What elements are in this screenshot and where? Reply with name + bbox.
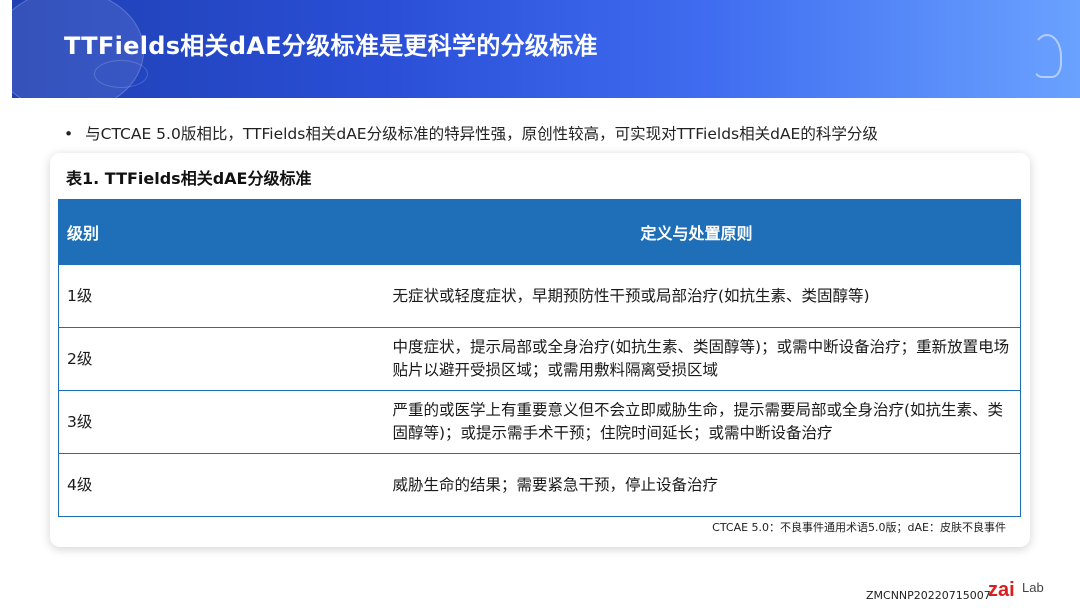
table-caption: 表1. TTFields相关dAE分级标准	[66, 169, 312, 188]
svg-text:Lab: Lab	[1022, 580, 1044, 595]
grade-cell: 1级	[58, 264, 373, 328]
grade-cell: 4级	[58, 453, 373, 517]
definition-cell: 严重的或医学上有重要意义但不会立即威胁生命，提示需要局部或全身治疗(如抗生素、类…	[372, 390, 1021, 454]
header-grade: 级别	[58, 199, 373, 265]
grade-cell: 3级	[58, 390, 373, 454]
slide-title: TTFields相关dAE分级标准是更科学的分级标准	[64, 32, 598, 60]
definition-cell: 威胁生命的结果；需要紧急干预，停止设备治疗	[372, 453, 1021, 517]
lips-illustration-icon	[94, 60, 148, 88]
table-row: 2级 中度症状，提示局部或全身治疗(如抗生素、类固醇等)；或需中断设备治疗；重新…	[58, 327, 1021, 391]
summary-bullet: • 与CTCAE 5.0版相比，TTFields相关dAE分级标准的特异性强，原创…	[64, 122, 878, 144]
definition-cell: 无症状或轻度症状，早期预防性干预或局部治疗(如抗生素、类固醇等)	[372, 264, 1021, 328]
ear-illustration-icon	[1032, 34, 1062, 78]
zailab-logo: zai Lab	[988, 579, 1044, 601]
bullet-icon: •	[64, 125, 74, 143]
document-code: ZMCNNP20220715007	[866, 589, 991, 602]
table-footnote: CTCAE 5.0：不良事件通用术语5.0版；dAE：皮肤不良事件	[712, 521, 1006, 534]
table-row: 1级 无症状或轻度症状，早期预防性干预或局部治疗(如抗生素、类固醇等)	[58, 264, 1021, 328]
header-definition: 定义与处置原则	[372, 199, 1021, 265]
grade-cell: 2级	[58, 327, 373, 391]
definition-cell: 中度症状，提示局部或全身治疗(如抗生素、类固醇等)；或需中断设备治疗；重新放置电…	[372, 327, 1021, 391]
table-header-row: 级别 定义与处置原则	[58, 199, 1021, 265]
table-row: 4级 威胁生命的结果；需要紧急干预，停止设备治疗	[58, 453, 1021, 517]
svg-text:zai: zai	[988, 579, 1015, 601]
table-card: 表1. TTFields相关dAE分级标准 级别 定义与处置原则 1级 无症状或…	[50, 153, 1030, 547]
grading-table: 级别 定义与处置原则 1级 无症状或轻度症状，早期预防性干预或局部治疗(如抗生素…	[58, 199, 1021, 517]
summary-text: 与CTCAE 5.0版相比，TTFields相关dAE分级标准的特异性强，原创性…	[85, 125, 878, 143]
title-banner: TTFields相关dAE分级标准是更科学的分级标准	[12, 0, 1080, 98]
table-row: 3级 严重的或医学上有重要意义但不会立即威胁生命，提示需要局部或全身治疗(如抗生…	[58, 390, 1021, 454]
